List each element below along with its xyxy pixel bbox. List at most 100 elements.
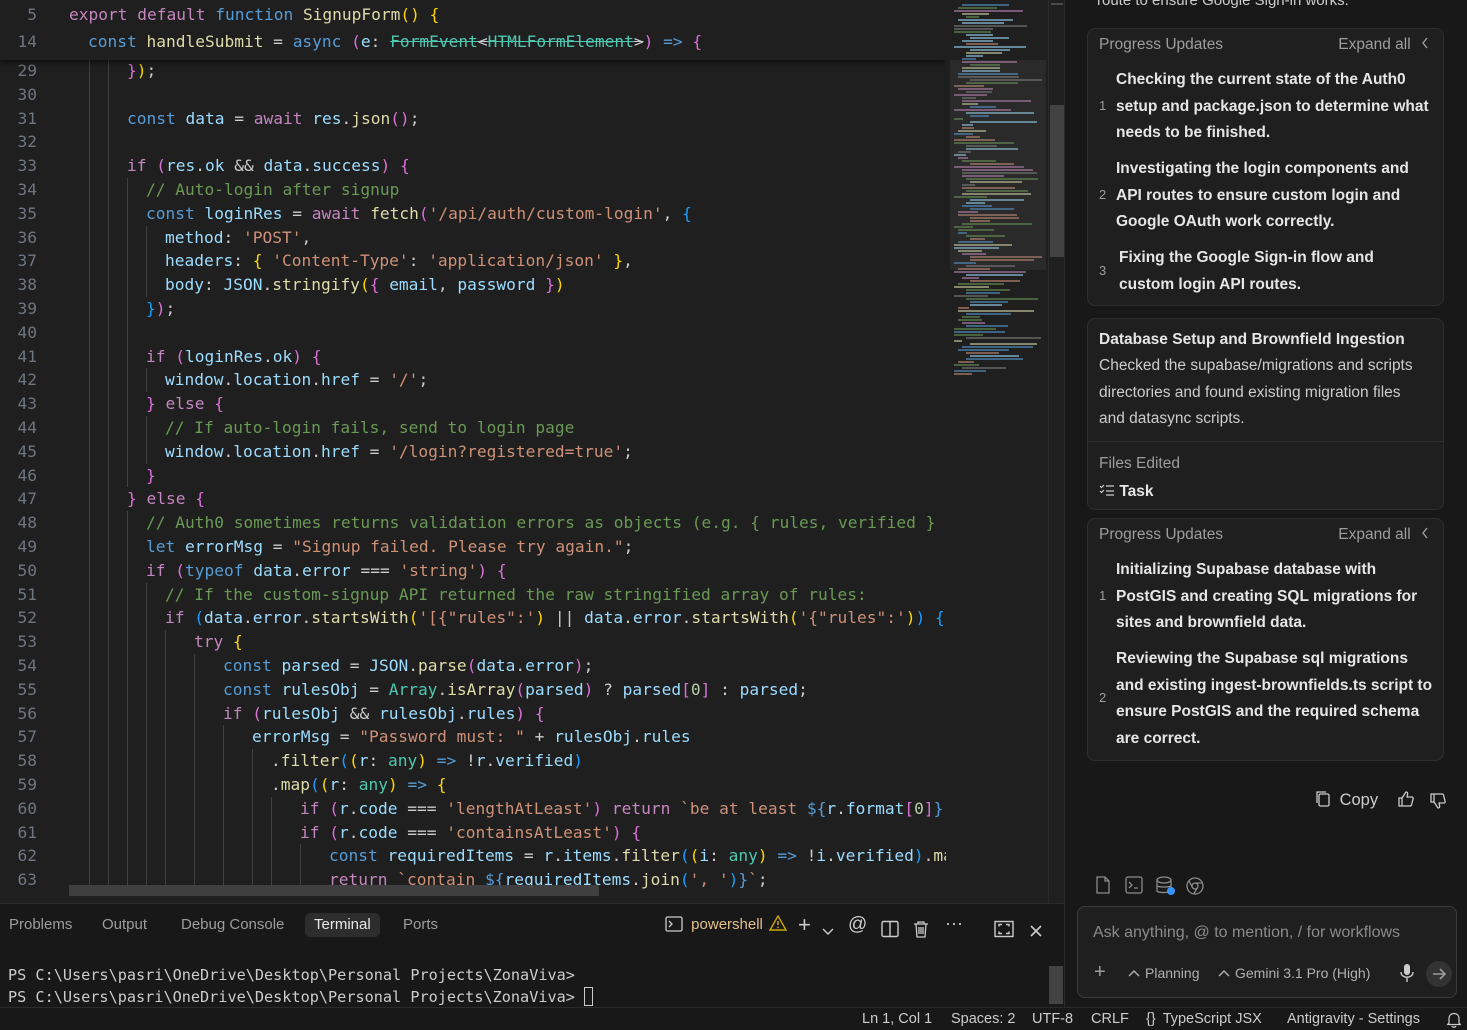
file-icon[interactable] — [1095, 876, 1115, 896]
line-number: 55 — [17, 679, 38, 699]
chevron-up-icon — [1128, 970, 1140, 977]
code-editor[interactable]: 29}); 30 31 const data = await res.json()… — [0, 0, 946, 903]
message-actions: Copy — [1315, 786, 1447, 814]
code-text: // Auth0 sometimes returns validation er… — [146, 513, 946, 533]
minimap-line — [966, 298, 1038, 300]
line-ending[interactable]: CRLF — [1091, 1011, 1129, 1027]
split-terminal-icon[interactable] — [881, 917, 899, 941]
minimap-line — [966, 358, 1023, 360]
cursor-position[interactable]: Ln 1, Col 1 — [862, 1011, 932, 1027]
code-text: .filter((r: any) => !r.verified) — [271, 751, 583, 771]
language-mode[interactable]: {} TypeScript JSX — [1146, 1011, 1262, 1027]
tab-debug-console[interactable]: Debug Console — [172, 913, 293, 937]
minimap-line — [954, 31, 991, 33]
line-number: 51 — [17, 584, 38, 604]
progress-title: Progress Updates — [1099, 36, 1224, 53]
indentation[interactable]: Spaces: 2 — [951, 1011, 1016, 1027]
line-number: 58 — [17, 751, 38, 771]
line-number: 41 — [17, 346, 38, 366]
code-line: 30 — [0, 82, 946, 107]
code-text: let errorMsg = "Signup failed. Please tr… — [146, 536, 634, 556]
line-number: 44 — [17, 417, 38, 437]
minimap-line — [958, 307, 969, 309]
terminal-shell-selector[interactable]: powershell — [665, 913, 788, 937]
minimap-line — [970, 280, 1020, 282]
step-text: Fixing the Google Sign-in flow and custo… — [1119, 249, 1374, 293]
chat-input-placeholder[interactable]: Ask anything, @ to mention, / for workfl… — [1093, 924, 1400, 942]
braces-icon: {} — [1146, 1011, 1156, 1027]
terminal-context-icon[interactable] — [1125, 876, 1145, 896]
minimap-line — [958, 310, 1034, 312]
line-number: 57 — [17, 727, 38, 747]
progress-updates-card: Progress Updates Expand all 1 Checking t… — [1087, 28, 1444, 306]
line-number: 54 — [17, 655, 38, 675]
terminal-scrollbar[interactable] — [1048, 966, 1064, 1008]
code-text: if (rulesObj && rulesObj.rules) { — [223, 703, 545, 723]
line-number: 40 — [17, 322, 38, 342]
minimap-line — [958, 349, 1009, 351]
copy-button[interactable]: Copy — [1315, 791, 1383, 809]
terminal-line: PS C:\Users\pasri\OneDrive\Desktop\Perso… — [0, 986, 594, 1008]
code-text: // If the custom-signup API returned the… — [165, 584, 867, 604]
code-line: 57 errorMsg = "Password must: " + rulesOb… — [0, 725, 946, 750]
minimap-line — [954, 295, 988, 297]
file-name: Task — [1119, 483, 1154, 500]
mode-selector[interactable]: Planning — [1128, 965, 1200, 981]
settings-link[interactable]: Antigravity - Settings — [1287, 1011, 1420, 1027]
more-actions-icon[interactable]: ··· — [945, 911, 963, 935]
minimap-line — [958, 19, 1013, 21]
code-text: errorMsg = "Password must: " + rulesObj.… — [252, 727, 691, 747]
horizontal-scrollbar[interactable] — [69, 885, 599, 896]
send-button[interactable] — [1426, 961, 1452, 987]
code-line: 29}); — [0, 59, 946, 83]
expand-all-button[interactable]: Expand all — [1338, 519, 1429, 551]
arrow-right-icon — [1433, 968, 1447, 980]
tab-problems[interactable]: Problems — [0, 913, 81, 937]
sticky-line[interactable]: 5 export default function SignupForm() { — [0, 3, 946, 27]
browser-icon[interactable] — [1185, 876, 1205, 896]
new-terminal-button[interactable]: + — [798, 914, 811, 938]
shell-label: powershell — [691, 916, 763, 933]
minimap-line — [954, 340, 962, 342]
encoding[interactable]: UTF-8 — [1032, 1011, 1073, 1027]
add-context-button[interactable]: + — [1094, 961, 1106, 984]
minimap-line — [962, 13, 989, 15]
code-text: }); — [127, 61, 157, 80]
progress-updates-card: Progress Updates Expand all 1 Initializi… — [1087, 518, 1444, 761]
model-selector[interactable]: Gemini 3.1 Pro (High) — [1218, 965, 1370, 981]
files-edited-label: Files Edited — [1099, 455, 1180, 472]
minimap-line — [954, 10, 1023, 12]
edited-file-task[interactable]: Task — [1099, 483, 1154, 501]
step-number: 2 — [1099, 690, 1107, 705]
code-text: headers: { 'Content-Type': 'application/… — [165, 251, 633, 271]
code-line: 42 window.location.href = '/'; — [0, 368, 946, 393]
line-number: 53 — [17, 632, 38, 652]
bell-icon[interactable] — [1447, 1012, 1461, 1028]
tab-output[interactable]: Output — [93, 913, 156, 937]
expand-all-button[interactable]: Expand all — [1338, 29, 1429, 61]
chat-input-box[interactable]: Ask anything, @ to mention, / for workfl… — [1077, 906, 1457, 998]
thumbs-down-icon[interactable] — [1429, 792, 1447, 810]
sticky-scroll-header[interactable]: 5 export default function SignupForm() { … — [0, 0, 946, 60]
at-mention-button[interactable]: @ — [848, 913, 867, 937]
minimap[interactable] — [950, 0, 1046, 903]
trash-icon[interactable] — [913, 917, 929, 941]
scrollbar-thumb[interactable] — [1050, 105, 1064, 257]
line-number: 50 — [17, 560, 38, 580]
maximize-panel-icon[interactable] — [994, 917, 1014, 941]
sticky-line[interactable]: 14 const handleSubmit = async (e: FormEve… — [0, 30, 946, 54]
editor-vertical-scrollbar[interactable] — [1048, 0, 1064, 903]
tab-ports[interactable]: Ports — [394, 913, 447, 937]
microphone-icon[interactable] — [1400, 963, 1414, 983]
close-panel-icon[interactable] — [1029, 919, 1043, 943]
chevron-down-icon[interactable] — [822, 920, 834, 944]
code-text: const handleSubmit = async (e: FormEvent… — [88, 32, 703, 51]
terminal-output[interactable]: PS C:\Users\pasri\OneDrive\Desktop\Perso… — [0, 964, 594, 1008]
code-line: 33 if (res.ok && data.success) { — [0, 154, 946, 178]
code-text: } else { — [146, 394, 224, 414]
thumbs-up-icon[interactable] — [1397, 790, 1415, 808]
tab-terminal[interactable]: Terminal — [305, 913, 380, 937]
database-icon[interactable] — [1155, 876, 1175, 896]
minimap-viewport[interactable] — [950, 60, 1046, 270]
code-text: if (data.error.startsWith('[{"rules":') … — [165, 608, 945, 628]
